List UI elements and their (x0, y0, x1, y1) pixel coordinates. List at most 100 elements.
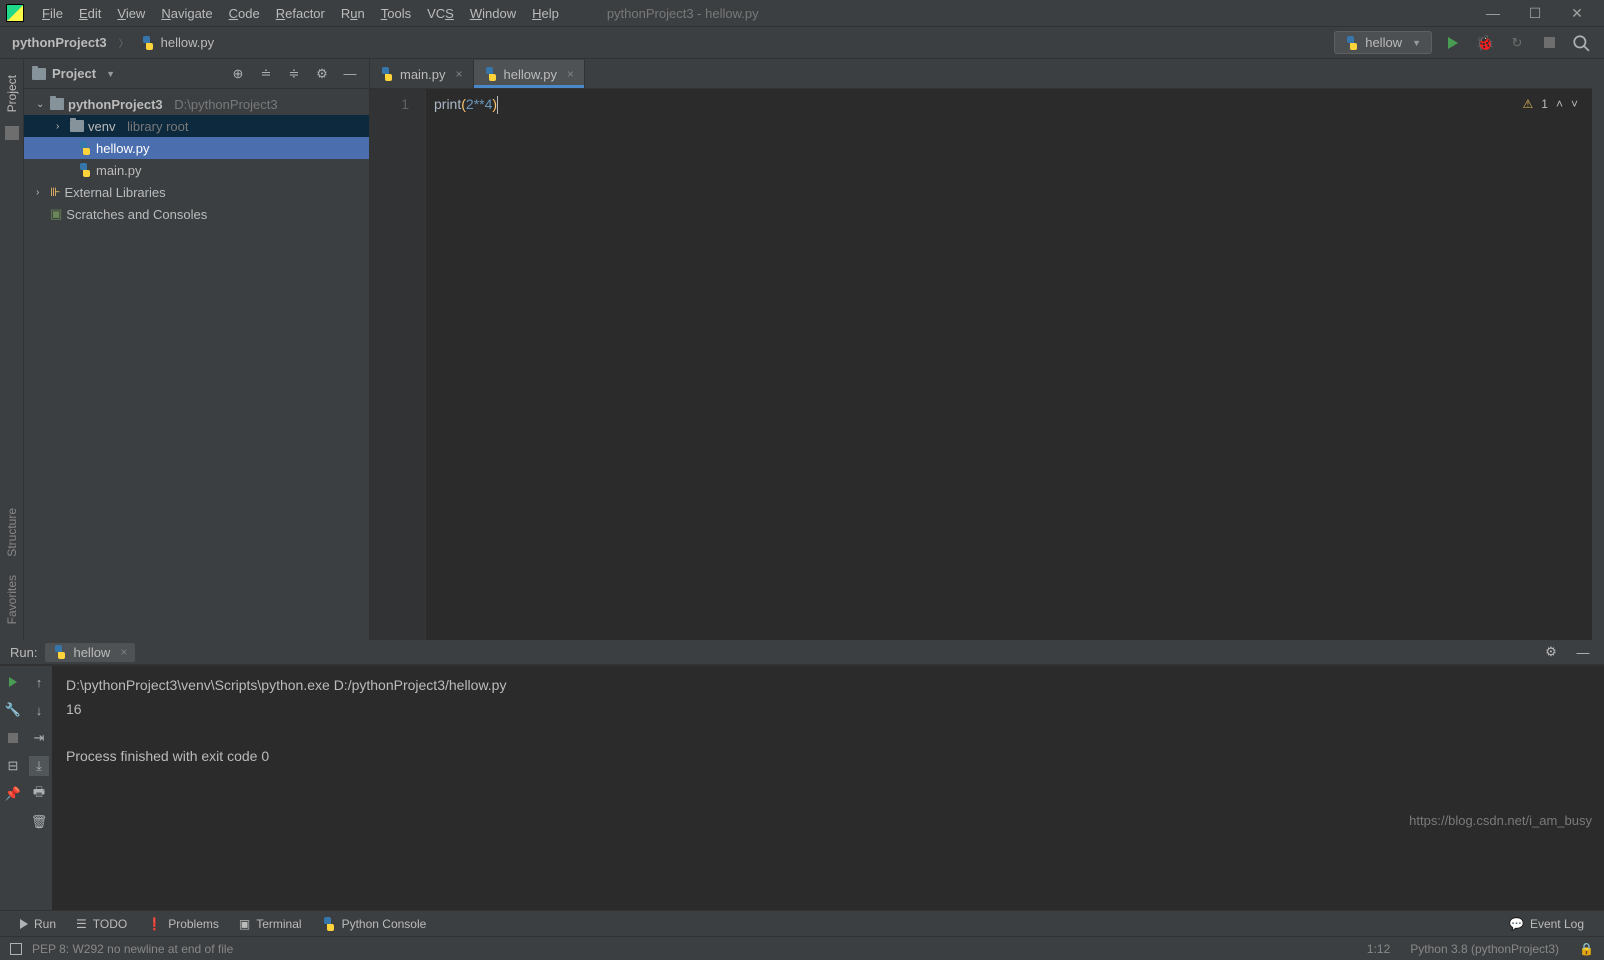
tree-file-hellow[interactable]: hellow.py (24, 137, 369, 159)
collapse-all-button[interactable]: ≑ (283, 63, 305, 85)
python-file-icon (141, 36, 155, 50)
lock-icon[interactable]: 🔒 (1579, 942, 1594, 956)
minimize-button[interactable]: — (1486, 6, 1500, 20)
tree-file-main[interactable]: main.py (24, 159, 369, 181)
run-button[interactable] (1442, 32, 1464, 54)
down-button[interactable]: ↓ (29, 700, 49, 720)
file-name: main.py (96, 163, 142, 178)
menu-navigate[interactable]: Navigate (153, 0, 220, 27)
rail-structure-tab[interactable]: Structure (5, 502, 19, 563)
event-log-icon: 💬 (1509, 917, 1524, 931)
next-highlight-icon[interactable]: ˅ (1571, 97, 1578, 111)
tree-root[interactable]: ⌄ pythonProject3 D:\pythonProject3 (24, 93, 369, 115)
run-session-tab[interactable]: hellow × (45, 643, 135, 662)
rerun-button[interactable]: ↻ (1506, 32, 1528, 54)
bottom-tab-python-console[interactable]: Python Console (312, 917, 437, 931)
menu-tools[interactable]: Tools (373, 0, 419, 27)
warning-count: 1 (1541, 97, 1548, 111)
print-button[interactable]: 🖶 (29, 784, 49, 804)
expand-icon[interactable]: › (36, 187, 46, 198)
bottom-tab-event-log[interactable]: 💬Event Log (1499, 917, 1594, 931)
code-editor[interactable]: 1 print(2**4) ⚠ 1 ˄ ˅ (370, 89, 1592, 640)
menu-help[interactable]: Help (524, 0, 567, 27)
panel-title: Project (52, 66, 96, 81)
close-tab-icon[interactable]: × (567, 67, 574, 81)
run-settings-button[interactable]: ⚙ (1540, 641, 1562, 663)
close-button[interactable]: ✕ (1570, 6, 1584, 20)
editor-tab-main[interactable]: main.py × (370, 60, 474, 88)
play-icon (20, 919, 28, 929)
hide-run-button[interactable]: — (1572, 641, 1594, 663)
tree-scratches[interactable]: ▣ Scratches and Consoles (24, 203, 369, 225)
menubar: File Edit View Navigate Code Refactor Ru… (0, 0, 1604, 27)
bookmark-icon[interactable] (5, 126, 19, 140)
close-tab-icon[interactable]: × (120, 645, 127, 659)
console-output[interactable]: D:\pythonProject3\venv\Scripts\python.ex… (52, 666, 1604, 910)
wrench-button[interactable]: 🔧 (3, 700, 23, 720)
menu-code[interactable]: Code (221, 0, 268, 27)
bottom-tab-problems[interactable]: ❗Problems (137, 917, 229, 931)
python-file-icon (322, 917, 336, 931)
settings-button[interactable]: ⚙ (311, 63, 333, 85)
tab-label: hellow.py (504, 67, 557, 82)
tree-venv[interactable]: › venv library root (24, 115, 369, 137)
project-tool-window: Project ▼ ⊕ ≐ ≑ ⚙ — ⌄ pythonProject3 D:\… (24, 59, 370, 640)
navbar: pythonProject3 〉 hellow.py hellow ▼ 🐞 ↻ (0, 27, 1604, 59)
todo-icon: ☰ (76, 917, 87, 931)
menu-run[interactable]: Run (333, 0, 373, 27)
bottom-tab-run[interactable]: Run (10, 917, 66, 931)
menu-edit[interactable]: Edit (71, 0, 109, 27)
rail-project-tab[interactable]: Project (5, 69, 19, 118)
rail-favorites-tab[interactable]: Favorites (5, 569, 19, 630)
run-stop-button[interactable] (3, 728, 23, 748)
project-view-selector[interactable]: Project ▼ (32, 66, 115, 81)
hide-button[interactable]: — (339, 63, 361, 85)
stop-button[interactable] (1538, 32, 1560, 54)
menu-file[interactable]: File (34, 0, 71, 27)
scratches-label: Scratches and Consoles (66, 207, 207, 222)
locate-button[interactable]: ⊕ (227, 63, 249, 85)
inspection-widget[interactable]: ⚠ 1 ˄ ˅ (1523, 97, 1578, 111)
expand-icon[interactable]: › (56, 121, 66, 132)
python-file-icon (78, 163, 92, 177)
breadcrumb-file[interactable]: hellow.py (161, 35, 214, 50)
search-everywhere-button[interactable] (1570, 32, 1592, 54)
menu-window[interactable]: Window (462, 0, 524, 27)
menu-vcs[interactable]: VCS (419, 0, 462, 27)
pin-button[interactable]: 📌 (3, 784, 23, 804)
status-bar: PEP 8: W292 no newline at end of file 1:… (0, 936, 1604, 960)
editor-tab-hellow[interactable]: hellow.py × (474, 60, 586, 88)
interpreter-selector[interactable]: Python 3.8 (pythonProject3) (1410, 942, 1559, 956)
code-line-1[interactable]: print(2**4) (434, 93, 1592, 115)
expand-icon[interactable]: ⌄ (36, 99, 46, 110)
bottom-tab-todo[interactable]: ☰TODO (66, 917, 137, 931)
layout-button[interactable]: ⊟ (3, 756, 23, 776)
run-config-selector[interactable]: hellow ▼ (1334, 31, 1432, 54)
prev-highlight-icon[interactable]: ˄ (1556, 97, 1563, 111)
expand-all-button[interactable]: ≐ (255, 63, 277, 85)
run-side-toolbar-2: ↑ ↓ ⇥ ⤓ 🖶 🗑 (26, 666, 52, 910)
stop-icon (8, 733, 18, 743)
menu-refactor[interactable]: Refactor (268, 0, 333, 27)
cursor-position[interactable]: 1:12 (1367, 942, 1390, 956)
token-fn: print (434, 96, 461, 112)
soft-wrap-button[interactable]: ⇥ (29, 728, 49, 748)
rerun-button[interactable] (3, 672, 23, 692)
scroll-end-button[interactable]: ⤓ (29, 756, 49, 776)
bottom-tab-terminal[interactable]: ▣Terminal (229, 917, 312, 931)
editor-tabs: main.py × hellow.py × (370, 59, 1592, 89)
debug-button[interactable]: 🐞 (1474, 32, 1496, 54)
trash-button[interactable]: 🗑 (29, 812, 49, 832)
gutter: 1 (370, 89, 426, 640)
chevron-icon: 〉 (119, 35, 129, 50)
tree-external-libraries[interactable]: › ⊪ External Libraries (24, 181, 369, 203)
tool-window-quick-access-icon[interactable] (10, 943, 22, 955)
window-title: pythonProject3 - hellow.py (607, 6, 759, 21)
menu-view[interactable]: View (109, 0, 153, 27)
python-file-icon (78, 141, 92, 155)
status-message: PEP 8: W292 no newline at end of file (32, 942, 233, 956)
up-button[interactable]: ↑ (29, 672, 49, 692)
maximize-button[interactable]: ☐ (1528, 6, 1542, 20)
close-tab-icon[interactable]: × (456, 67, 463, 81)
breadcrumb-project[interactable]: pythonProject3 (12, 35, 107, 50)
